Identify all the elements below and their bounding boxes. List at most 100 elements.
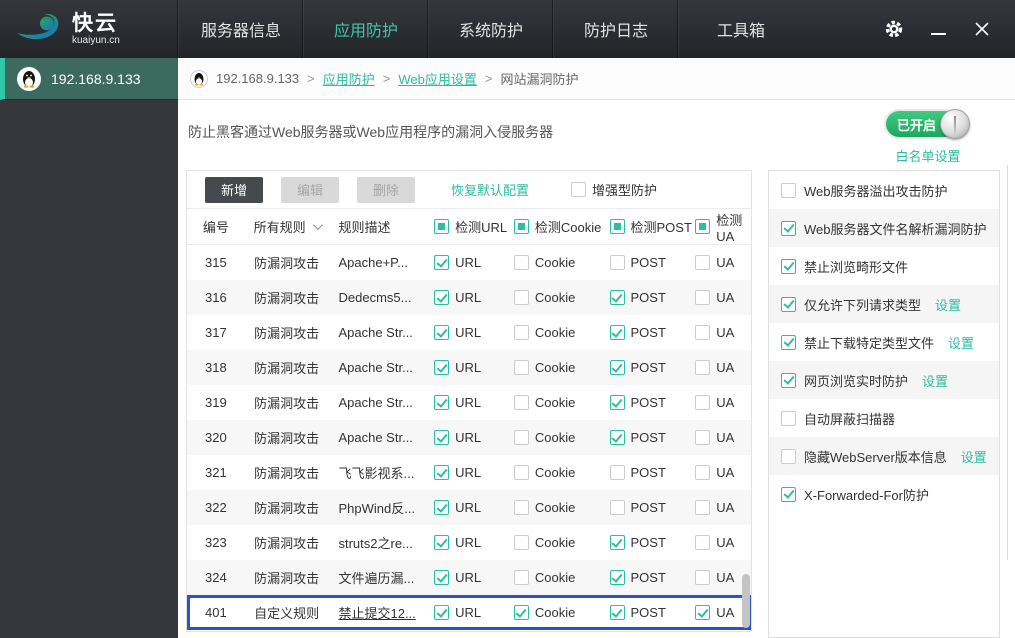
- check-cookie-all-checkbox[interactable]: [513, 219, 529, 234]
- header-rule-filter[interactable]: 所有规则: [241, 217, 333, 236]
- option-checkbox[interactable]: [781, 410, 796, 426]
- option-checkbox[interactable]: [781, 334, 796, 350]
- row-ua-checkbox[interactable]: [695, 360, 711, 375]
- row-url-checkbox[interactable]: [434, 325, 450, 340]
- table-row[interactable]: 401 自定义规则 禁止提交12... URL Cookie POST UA: [187, 595, 751, 630]
- row-url-checkbox[interactable]: [434, 605, 450, 620]
- option-checkbox[interactable]: [781, 486, 796, 502]
- row-cookie-checkbox[interactable]: [513, 500, 529, 515]
- table-row[interactable]: 324 防漏洞攻击 文件遍历漏... URL Cookie POST UA: [187, 560, 751, 595]
- row-cookie-checkbox[interactable]: [513, 535, 529, 550]
- header-check-post[interactable]: 检测POST: [609, 217, 696, 236]
- table-row[interactable]: 315 防漏洞攻击 Apache+P... URL Cookie POST UA: [187, 245, 751, 280]
- row-cookie-checkbox[interactable]: [513, 325, 529, 340]
- option-item[interactable]: 隐藏WebServer版本信息 设置: [769, 437, 999, 475]
- row-url-checkbox[interactable]: [434, 570, 450, 585]
- row-cookie-checkbox[interactable]: [513, 290, 529, 305]
- row-cookie-checkbox[interactable]: [513, 360, 529, 375]
- nav-item-1[interactable]: 应用防护: [303, 0, 428, 58]
- row-ua-checkbox[interactable]: [695, 255, 711, 270]
- row-post-checkbox[interactable]: [609, 325, 625, 340]
- table-row[interactable]: 321 防漏洞攻击 飞飞影视系... URL Cookie POST UA: [187, 455, 751, 490]
- option-item[interactable]: 禁止浏览畸形文件: [769, 247, 999, 285]
- whitelist-settings-link[interactable]: 白名单设置: [886, 146, 970, 165]
- sidebar-server-item[interactable]: 192.168.9.133: [0, 58, 178, 100]
- toggle-knob[interactable]: [940, 109, 970, 139]
- row-post-checkbox[interactable]: [609, 290, 625, 305]
- row-url-checkbox[interactable]: [434, 395, 450, 410]
- row-ua-checkbox[interactable]: [695, 535, 711, 550]
- row-post-checkbox[interactable]: [609, 395, 625, 410]
- row-ua-checkbox[interactable]: [695, 500, 711, 515]
- settings-gear-icon[interactable]: [883, 18, 905, 40]
- row-url-checkbox[interactable]: [434, 290, 450, 305]
- breadcrumb-link-app-protection[interactable]: 应用防护: [323, 69, 375, 88]
- table-row[interactable]: 322 防漏洞攻击 PhpWind反... URL Cookie POST UA: [187, 490, 751, 525]
- row-post-checkbox[interactable]: [609, 570, 625, 585]
- option-checkbox[interactable]: [781, 296, 796, 312]
- check-post-all-checkbox[interactable]: [609, 219, 625, 234]
- vertical-scrollbar-thumb[interactable]: [742, 574, 750, 628]
- row-cookie-checkbox[interactable]: [513, 605, 529, 620]
- row-post-checkbox[interactable]: [609, 465, 625, 480]
- breadcrumb-link-web-app-settings[interactable]: Web应用设置: [398, 69, 477, 88]
- row-url-checkbox[interactable]: [434, 430, 450, 445]
- row-url-checkbox[interactable]: [434, 465, 450, 480]
- header-check-ua[interactable]: 检测UA: [695, 210, 751, 244]
- nav-item-2[interactable]: 系统防护: [428, 0, 553, 58]
- row-ua-checkbox[interactable]: [695, 395, 711, 410]
- option-item[interactable]: Web服务器溢出攻击防护: [769, 171, 999, 209]
- nav-item-0[interactable]: 服务器信息: [178, 0, 303, 58]
- header-check-url[interactable]: 检测URL: [434, 217, 514, 236]
- nav-item-4[interactable]: 工具箱: [678, 0, 803, 58]
- table-row[interactable]: 316 防漏洞攻击 Dedecms5... URL Cookie POST UA: [187, 280, 751, 315]
- option-settings-link[interactable]: 设置: [935, 295, 961, 314]
- row-ua-checkbox[interactable]: [695, 290, 711, 305]
- add-rule-button[interactable]: 新增: [205, 176, 263, 203]
- row-cookie-checkbox[interactable]: [513, 430, 529, 445]
- row-ua-checkbox[interactable]: [695, 430, 711, 445]
- protection-toggle[interactable]: 已开启: [886, 109, 970, 139]
- table-row[interactable]: 318 防漏洞攻击 Apache Str... URL Cookie POST …: [187, 350, 751, 385]
- option-checkbox[interactable]: [781, 448, 796, 464]
- row-cookie-checkbox[interactable]: [513, 465, 529, 480]
- row-cookie-checkbox[interactable]: [513, 255, 529, 270]
- option-checkbox[interactable]: [781, 220, 796, 236]
- row-post-checkbox[interactable]: [609, 430, 625, 445]
- table-row[interactable]: 319 防漏洞攻击 Apache Str... URL Cookie POST …: [187, 385, 751, 420]
- option-item[interactable]: 网页浏览实时防护 设置: [769, 361, 999, 399]
- enhanced-protection-checkbox[interactable]: [571, 182, 587, 197]
- option-settings-link[interactable]: 设置: [948, 333, 974, 352]
- restore-defaults-link[interactable]: 恢复默认配置: [451, 180, 529, 199]
- row-post-checkbox[interactable]: [609, 605, 625, 620]
- row-url-checkbox[interactable]: [434, 535, 450, 550]
- row-post-checkbox[interactable]: [609, 500, 625, 515]
- row-ua-checkbox[interactable]: [695, 465, 711, 480]
- option-item[interactable]: 仅允许下列请求类型 设置: [769, 285, 999, 323]
- row-post-checkbox[interactable]: [609, 360, 625, 375]
- row-ua-checkbox[interactable]: [695, 570, 711, 585]
- option-checkbox[interactable]: [781, 182, 796, 198]
- option-item[interactable]: Web服务器文件名解析漏洞防护: [769, 209, 999, 247]
- table-row[interactable]: 317 防漏洞攻击 Apache Str... URL Cookie POST …: [187, 315, 751, 350]
- option-item[interactable]: 禁止下载特定类型文件 设置: [769, 323, 999, 361]
- option-settings-link[interactable]: 设置: [961, 447, 987, 466]
- row-post-checkbox[interactable]: [609, 255, 625, 270]
- row-url-checkbox[interactable]: [434, 255, 450, 270]
- row-cookie-checkbox[interactable]: [513, 570, 529, 585]
- row-post-checkbox[interactable]: [609, 535, 625, 550]
- nav-item-3[interactable]: 防护日志: [553, 0, 678, 58]
- row-cookie-checkbox[interactable]: [513, 395, 529, 410]
- row-url-checkbox[interactable]: [434, 500, 450, 515]
- minimize-button[interactable]: [927, 18, 949, 40]
- edit-rule-button[interactable]: 编辑: [281, 176, 339, 203]
- delete-rule-button[interactable]: 删除: [357, 176, 415, 203]
- enhanced-protection-option[interactable]: 增强型防护: [571, 180, 657, 199]
- option-checkbox[interactable]: [781, 372, 796, 388]
- option-item[interactable]: 自动屏蔽扫描器: [769, 399, 999, 437]
- check-url-all-checkbox[interactable]: [434, 219, 450, 234]
- row-url-checkbox[interactable]: [434, 360, 450, 375]
- option-settings-link[interactable]: 设置: [922, 371, 948, 390]
- option-item[interactable]: X-Forwarded-For防护: [769, 475, 999, 513]
- row-ua-checkbox[interactable]: [695, 325, 711, 340]
